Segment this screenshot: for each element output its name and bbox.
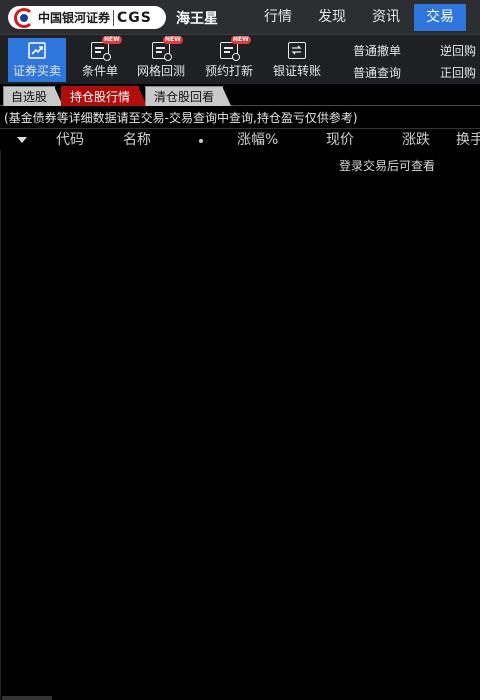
- logo-text-en: CGS: [117, 9, 152, 26]
- tool-grid-backtest[interactable]: NEW 网格回测: [134, 36, 188, 82]
- trend-up-icon: [28, 42, 46, 59]
- nav-market[interactable]: 行情: [256, 0, 300, 34]
- new-badge: NEW: [231, 36, 251, 44]
- nav-trade[interactable]: 交易: [414, 4, 466, 31]
- document-check-icon: NEW: [220, 36, 251, 61]
- tab-cleared-review[interactable]: 清仓股回看: [145, 86, 231, 106]
- nav-news[interactable]: 资讯: [364, 0, 408, 34]
- brand-logo: 中国银河证券 CGS: [8, 6, 166, 29]
- document-check-icon: NEW: [152, 36, 183, 61]
- tab-watchlist[interactable]: 自选股: [3, 86, 63, 106]
- column-name[interactable]: 名称: [123, 129, 151, 150]
- column-turnover[interactable]: 换手: [456, 129, 480, 150]
- column-change-pct[interactable]: 涨幅%: [237, 129, 278, 150]
- trade-toolbar: 证券买卖 NEW 条件单 NEW 网格回测 NEW 预约打新 银证转账 普通撤单…: [0, 34, 480, 84]
- tool-bank-transfer[interactable]: 银证转账: [270, 38, 324, 82]
- column-code[interactable]: 代码: [56, 129, 84, 150]
- logo-mark-icon: [14, 7, 34, 28]
- logo-text-cn: 中国银河证券: [38, 11, 111, 25]
- app-name: 海王星: [176, 11, 218, 27]
- tab-holdings-quotes[interactable]: 持仓股行情: [61, 86, 147, 106]
- document-check-icon: NEW: [91, 36, 122, 61]
- link-reverse-repo[interactable]: 逆回购: [440, 42, 476, 59]
- link-query[interactable]: 普通查询: [353, 64, 401, 81]
- link-cancel-order[interactable]: 普通撤单: [353, 42, 401, 59]
- tool-conditional-order[interactable]: NEW 条件单: [74, 36, 126, 82]
- holdings-notice: (基金债券等详细数据请至交易-交易查询中查询,持仓盈亏仅供参考): [4, 111, 358, 125]
- tool-securities-trade[interactable]: 证券买卖: [8, 38, 66, 82]
- top-nav-bar: 中国银河证券 CGS 海王星 行情 发现 资讯 交易: [0, 0, 480, 34]
- new-badge: NEW: [163, 36, 183, 44]
- link-forward-repo[interactable]: 正回购: [440, 64, 476, 81]
- nav-discover[interactable]: 发现: [310, 0, 354, 34]
- column-change[interactable]: 涨跌: [402, 129, 430, 150]
- login-required-message: 登录交易后可查看: [339, 159, 436, 173]
- table-header: 代码 名称 涨幅% 现价 涨跌 换手: [0, 128, 480, 150]
- new-badge: NEW: [102, 36, 122, 44]
- sub-tabs: 自选股 持仓股行情 清仓股回看: [0, 84, 480, 106]
- horizontal-scrollbar[interactable]: [2, 696, 52, 700]
- column-dot-icon: [199, 139, 203, 143]
- sort-caret-icon[interactable]: [17, 137, 27, 143]
- tool-ipo-reservation[interactable]: NEW 预约打新: [202, 36, 256, 82]
- column-price[interactable]: 现价: [326, 129, 354, 150]
- transfer-icon: [288, 42, 306, 59]
